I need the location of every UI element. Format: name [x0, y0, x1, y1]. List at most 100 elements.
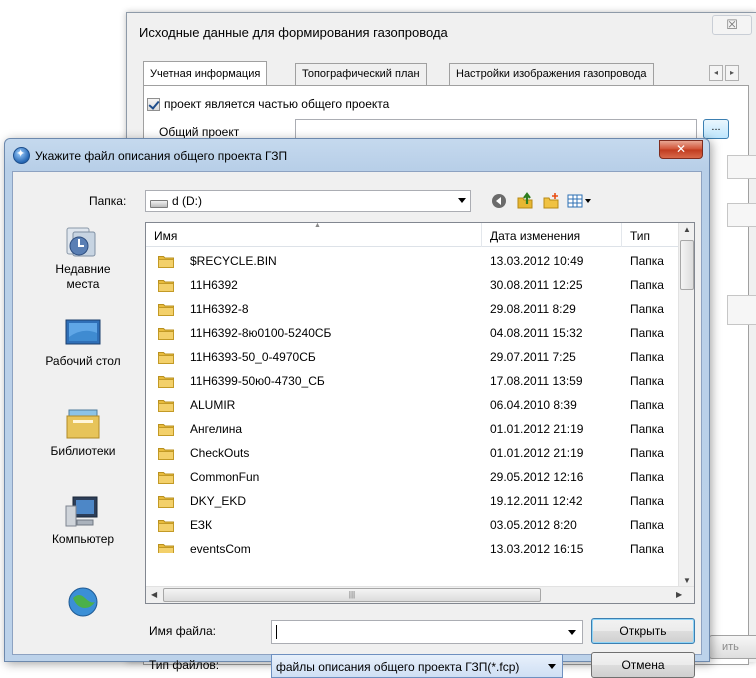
file-date: 19.12.2011 12:42 [490, 494, 583, 508]
file-dialog-body: Папка: d (D:) Недавние места Рабочий сто… [12, 171, 702, 678]
app-icon [13, 147, 30, 164]
list-item[interactable]: Ангелина 01.01.2012 21:19 Папка [146, 417, 680, 441]
file-date: 01.01.2012 21:19 [490, 422, 584, 436]
file-dialog-title: Укажите файл описания общего проекта ГЗП [35, 149, 288, 163]
file-type: Папка [630, 278, 664, 292]
list-item[interactable]: 11H6393-50_0-4970СБ 29.07.2011 7:25 Папка [146, 345, 680, 369]
list-item[interactable]: $RECYCLE.BIN 13.03.2012 10:49 Папка [146, 249, 680, 273]
tab-scroll-right-button[interactable]: ▸ [725, 65, 739, 81]
file-date: 06.04.2010 8:39 [490, 398, 577, 412]
vertical-scroll-thumb[interactable] [680, 240, 694, 290]
file-dialog-toolbar [489, 192, 593, 210]
file-type-label: Тип файлов: [149, 658, 220, 672]
list-item[interactable]: 11H6399-50ю0-4730_СБ 17.08.2011 13:59 Папк… [146, 369, 680, 393]
back-icon[interactable] [489, 192, 509, 210]
file-date: 29.05.2012 12:16 [490, 470, 584, 484]
list-item[interactable]: 11H6392 30.08.2011 12:25 Папка [146, 273, 680, 297]
list-item[interactable]: CommonFun 29.05.2012 12:16 Папка [146, 465, 680, 489]
cancel-button[interactable]: Отмена [591, 652, 695, 678]
folder-icon [158, 278, 174, 292]
chevron-down-icon[interactable] [548, 664, 556, 669]
list-item[interactable]: DKY_EKD 19.12.2011 12:42 Папка [146, 489, 680, 513]
file-list-vertical-scrollbar[interactable]: ▲ ▼ [678, 223, 694, 587]
libraries-icon [63, 406, 103, 440]
file-name: 11H6392 [190, 278, 238, 292]
text-cursor [276, 625, 277, 639]
file-name: Ангелина [190, 422, 243, 436]
file-list-header: Имя ▲ Дата изменения Тип [146, 222, 680, 247]
file-name: 11H6392-8 [190, 302, 249, 316]
file-name-label: Имя файла: [149, 624, 216, 638]
drive-icon [150, 200, 168, 208]
tab-pipeline-image-settings[interactable]: Настройки изображения газопровода [449, 63, 654, 85]
file-date: 13.03.2012 16:15 [490, 542, 584, 553]
file-name: ЕЗК [190, 518, 212, 532]
list-item[interactable]: 11H6392-8ю0100-5240СБ 04.08.2011 15:32 Пап… [146, 321, 680, 345]
list-item[interactable]: 11H6392-8 29.08.2011 8:29 Папка [146, 297, 680, 321]
file-date: 29.07.2011 7:25 [490, 350, 576, 364]
common-project-input[interactable] [295, 119, 697, 139]
column-header-name[interactable]: Имя ▲ [146, 222, 482, 247]
place-recent[interactable]: Недавние места [27, 224, 139, 292]
look-in-combo[interactable]: d (D:) [145, 190, 471, 212]
list-item[interactable]: ALUMIR 06.04.2010 8:39 Папка [146, 393, 680, 417]
file-type-select[interactable]: файлы описания общего проекта ГЗП(*.fcp) [271, 654, 563, 678]
scroll-left-icon[interactable]: ◀ [151, 590, 157, 599]
file-name: ALUMIR [190, 398, 236, 412]
common-project-checkbox[interactable] [147, 97, 160, 111]
scroll-up-icon[interactable]: ▲ [683, 225, 691, 234]
file-type: Папка [630, 302, 664, 316]
list-item[interactable]: eventsCom 13.03.2012 16:15 Папка [146, 537, 680, 553]
file-dialog-close-button[interactable]: ✕ [659, 140, 703, 159]
file-type: Папка [630, 398, 664, 412]
file-type: Папка [630, 326, 664, 340]
list-item[interactable]: ЕЗК 03.05.2012 8:20 Папка [146, 513, 680, 537]
file-type: Папка [630, 254, 664, 268]
common-project-browse-button[interactable]: ... [703, 119, 729, 139]
file-name: 11H6392-8ю0100-5240СБ [190, 326, 332, 340]
tab-account-info[interactable]: Учетная информация [143, 61, 268, 85]
file-date: 17.08.2011 13:59 [490, 374, 583, 388]
file-date: 29.08.2011 8:29 [490, 302, 576, 316]
chevron-down-icon[interactable] [568, 630, 576, 635]
file-name: 11H6393-50_0-4970СБ [190, 350, 316, 364]
folder-icon [158, 470, 174, 484]
file-date: 30.08.2011 12:25 [490, 278, 583, 292]
place-computer[interactable]: Компьютер [27, 494, 139, 546]
place-libraries[interactable]: Библиотеки [27, 406, 139, 458]
file-name: $RECYCLE.BIN [190, 254, 277, 268]
folder-icon [158, 374, 174, 388]
common-project-checkbox-row[interactable]: проект является частью общего проекта [147, 97, 389, 111]
scroll-right-icon[interactable]: ▶ [676, 590, 682, 599]
file-list-rows: $RECYCLE.BIN 13.03.2012 10:49 Папка 11H639… [146, 249, 680, 553]
file-name-input[interactable] [271, 620, 583, 644]
new-folder-icon[interactable] [541, 192, 561, 210]
tab-topographic-plan[interactable]: Топографический план [295, 63, 427, 85]
place-network[interactable] [27, 584, 139, 622]
recent-places-icon [63, 224, 103, 258]
file-list[interactable]: Имя ▲ Дата изменения Тип $RECYCLE.BIN 13.… [145, 222, 695, 604]
background-footer-button[interactable]: ить [709, 635, 756, 659]
place-desktop[interactable]: Рабочий стол [27, 316, 139, 368]
chevron-down-icon[interactable] [458, 198, 466, 203]
open-button[interactable]: Открыть [591, 618, 695, 644]
list-item[interactable]: CheckOuts 01.01.2012 21:19 Папка [146, 441, 680, 465]
horizontal-scroll-thumb[interactable]: ||| [163, 588, 541, 602]
folder-icon [158, 422, 174, 436]
up-folder-icon[interactable] [515, 192, 535, 210]
column-header-type[interactable]: Тип [622, 223, 680, 247]
background-close-button[interactable]: ☒ [712, 15, 752, 35]
desktop-icon [63, 316, 103, 350]
look-in-label: Папка: [89, 194, 127, 208]
file-type-value: файлы описания общего проекта ГЗП(*.fcp) [276, 660, 520, 674]
tab-scroll-left-button[interactable]: ◂ [709, 65, 723, 81]
scroll-down-icon[interactable]: ▼ [683, 576, 691, 585]
file-list-horizontal-scrollbar[interactable]: ◀ ||| ▶ [146, 586, 694, 603]
file-type: Папка [630, 470, 664, 484]
folder-icon [158, 494, 174, 508]
column-header-date[interactable]: Дата изменения [482, 223, 622, 247]
background-tab-strip: Учетная информация Топографический план … [143, 61, 743, 85]
folder-icon [158, 446, 174, 460]
folder-icon [158, 302, 174, 316]
view-menu-icon[interactable] [567, 192, 593, 210]
